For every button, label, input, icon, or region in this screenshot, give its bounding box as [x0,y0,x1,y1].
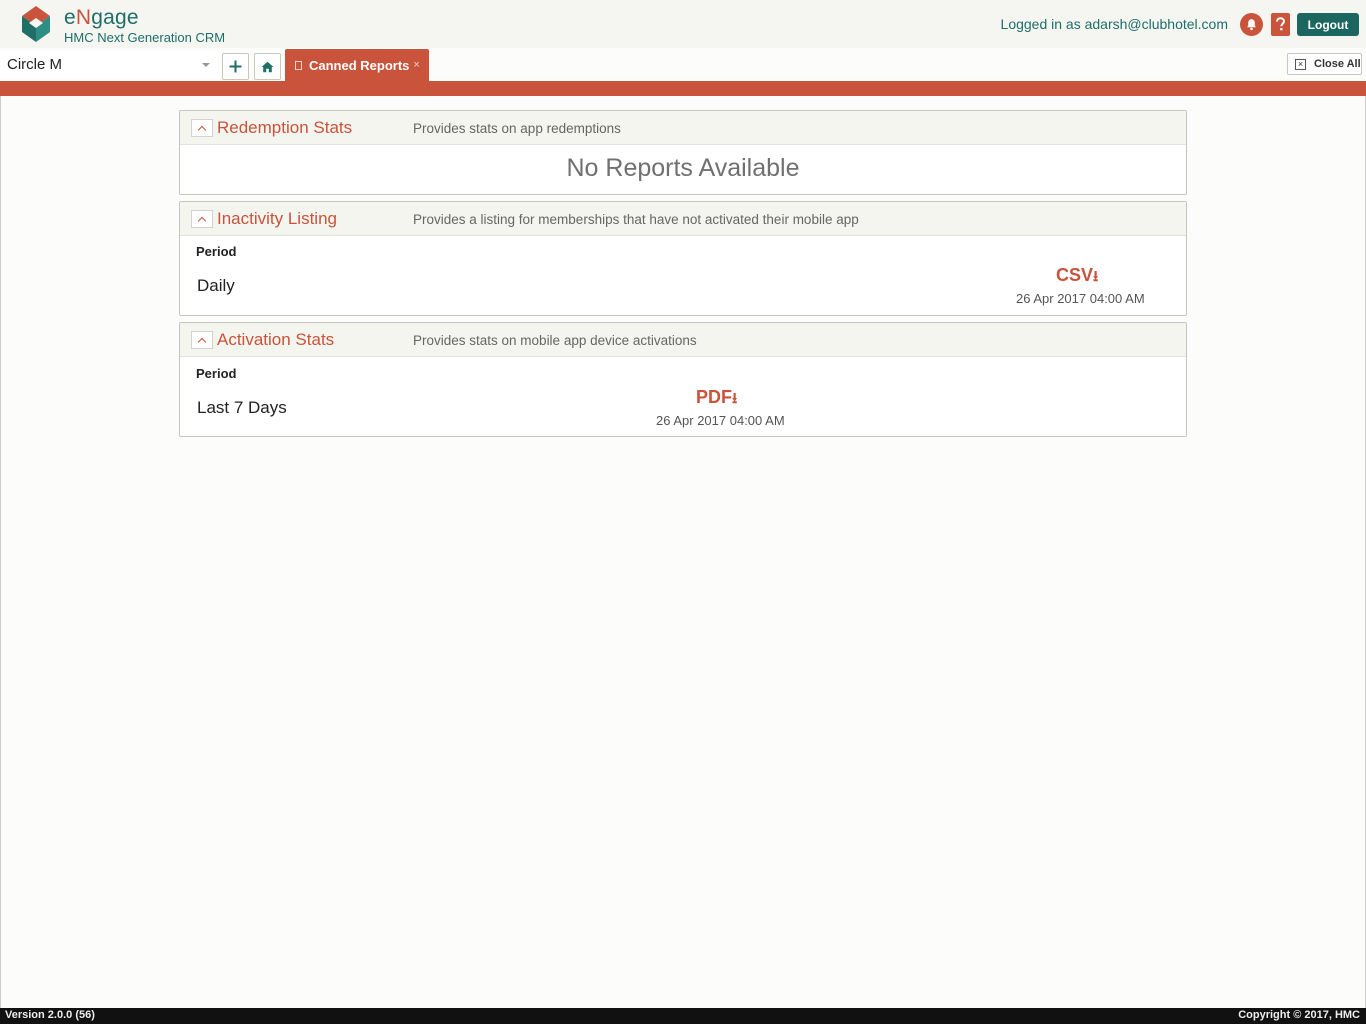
download-date: 26 Apr 2017 04:00 AM [1016,291,1145,306]
notifications-button[interactable] [1240,13,1263,36]
close-all-label: Close All [1314,58,1361,70]
download-arrow-icon: ⭳ [1093,268,1099,285]
plus-icon [229,60,242,73]
collapse-toggle-button[interactable] [191,210,213,228]
close-box-icon: × [1295,58,1306,70]
download-date: 26 Apr 2017 04:00 AM [656,413,785,428]
tab-label: Canned Reports [309,57,410,73]
report-panel-redemption-stats: Redemption Stats Provides stats on app r… [179,110,1187,195]
home-icon [261,61,274,72]
panel-description: Provides a listing for memberships that … [413,212,859,227]
circle-select[interactable]: Circle M [0,51,218,79]
copyright-text: Copyright © 2017, HMC [1238,1009,1360,1021]
tab-bar: Circle M Canned Reports × × Close All [0,48,1366,81]
accent-bar [0,81,1366,96]
help-icon [1276,17,1286,31]
home-button[interactable] [254,53,281,80]
panel-title: Inactivity Listing [217,209,337,228]
period-value: Daily [197,276,235,295]
panel-description: Provides stats on mobile app device acti… [413,333,697,348]
frame-border-left [0,96,1,1008]
add-tab-button[interactable] [222,53,249,80]
tab-canned-reports[interactable]: Canned Reports × [285,49,429,81]
panel-header: Inactivity Listing Provides a listing fo… [180,202,1186,236]
chevron-down-icon [202,63,210,67]
help-button[interactable] [1271,13,1290,36]
bell-icon [1247,19,1256,31]
panel-description: Provides stats on app redemptions [413,121,621,136]
document-icon [295,60,302,70]
app-header: eNgage HMC Next Generation CRM Logged in… [0,0,1366,48]
app-footer: Version 2.0.0 (56) Copyright © 2017, HMC [0,1008,1366,1024]
panel-title: Activation Stats [217,330,335,349]
collapse-toggle-button[interactable] [191,331,213,349]
download-arrow-icon: ⭳ [732,390,738,407]
download-format: CSV [1056,265,1094,285]
logo-icon [22,6,50,42]
panel-header: Activation Stats Provides stats on mobil… [180,323,1186,357]
close-all-button[interactable]: × Close All [1287,53,1362,75]
report-panel-activation-stats: Activation Stats Provides stats on mobil… [179,322,1187,437]
panel-title: Redemption Stats [217,118,353,137]
panel-header: Redemption Stats Provides stats on app r… [180,111,1186,145]
logout-button[interactable]: Logout [1297,13,1359,36]
period-value: Last 7 Days [197,398,287,417]
close-icon[interactable]: × [413,59,419,71]
logged-in-user: Logged in as adarsh@clubhotel.com [1000,16,1228,32]
version-text: Version 2.0.0 (56) [5,1009,95,1021]
brand-title: eNgage [64,6,139,29]
pdf-download-link[interactable]: PDF⭳ [696,387,737,413]
collapse-toggle-button[interactable] [191,119,213,137]
empty-message: No Reports Available [566,154,800,182]
brand-subtitle: HMC Next Generation CRM [64,30,226,45]
report-panel-inactivity-listing: Inactivity Listing Provides a listing fo… [179,201,1187,316]
download-format: PDF [696,387,732,407]
period-label: Period [196,244,237,259]
period-label: Period [196,366,237,381]
circle-select-value: Circle M [7,56,62,73]
csv-download-link[interactable]: CSV⭳ [1056,265,1098,291]
